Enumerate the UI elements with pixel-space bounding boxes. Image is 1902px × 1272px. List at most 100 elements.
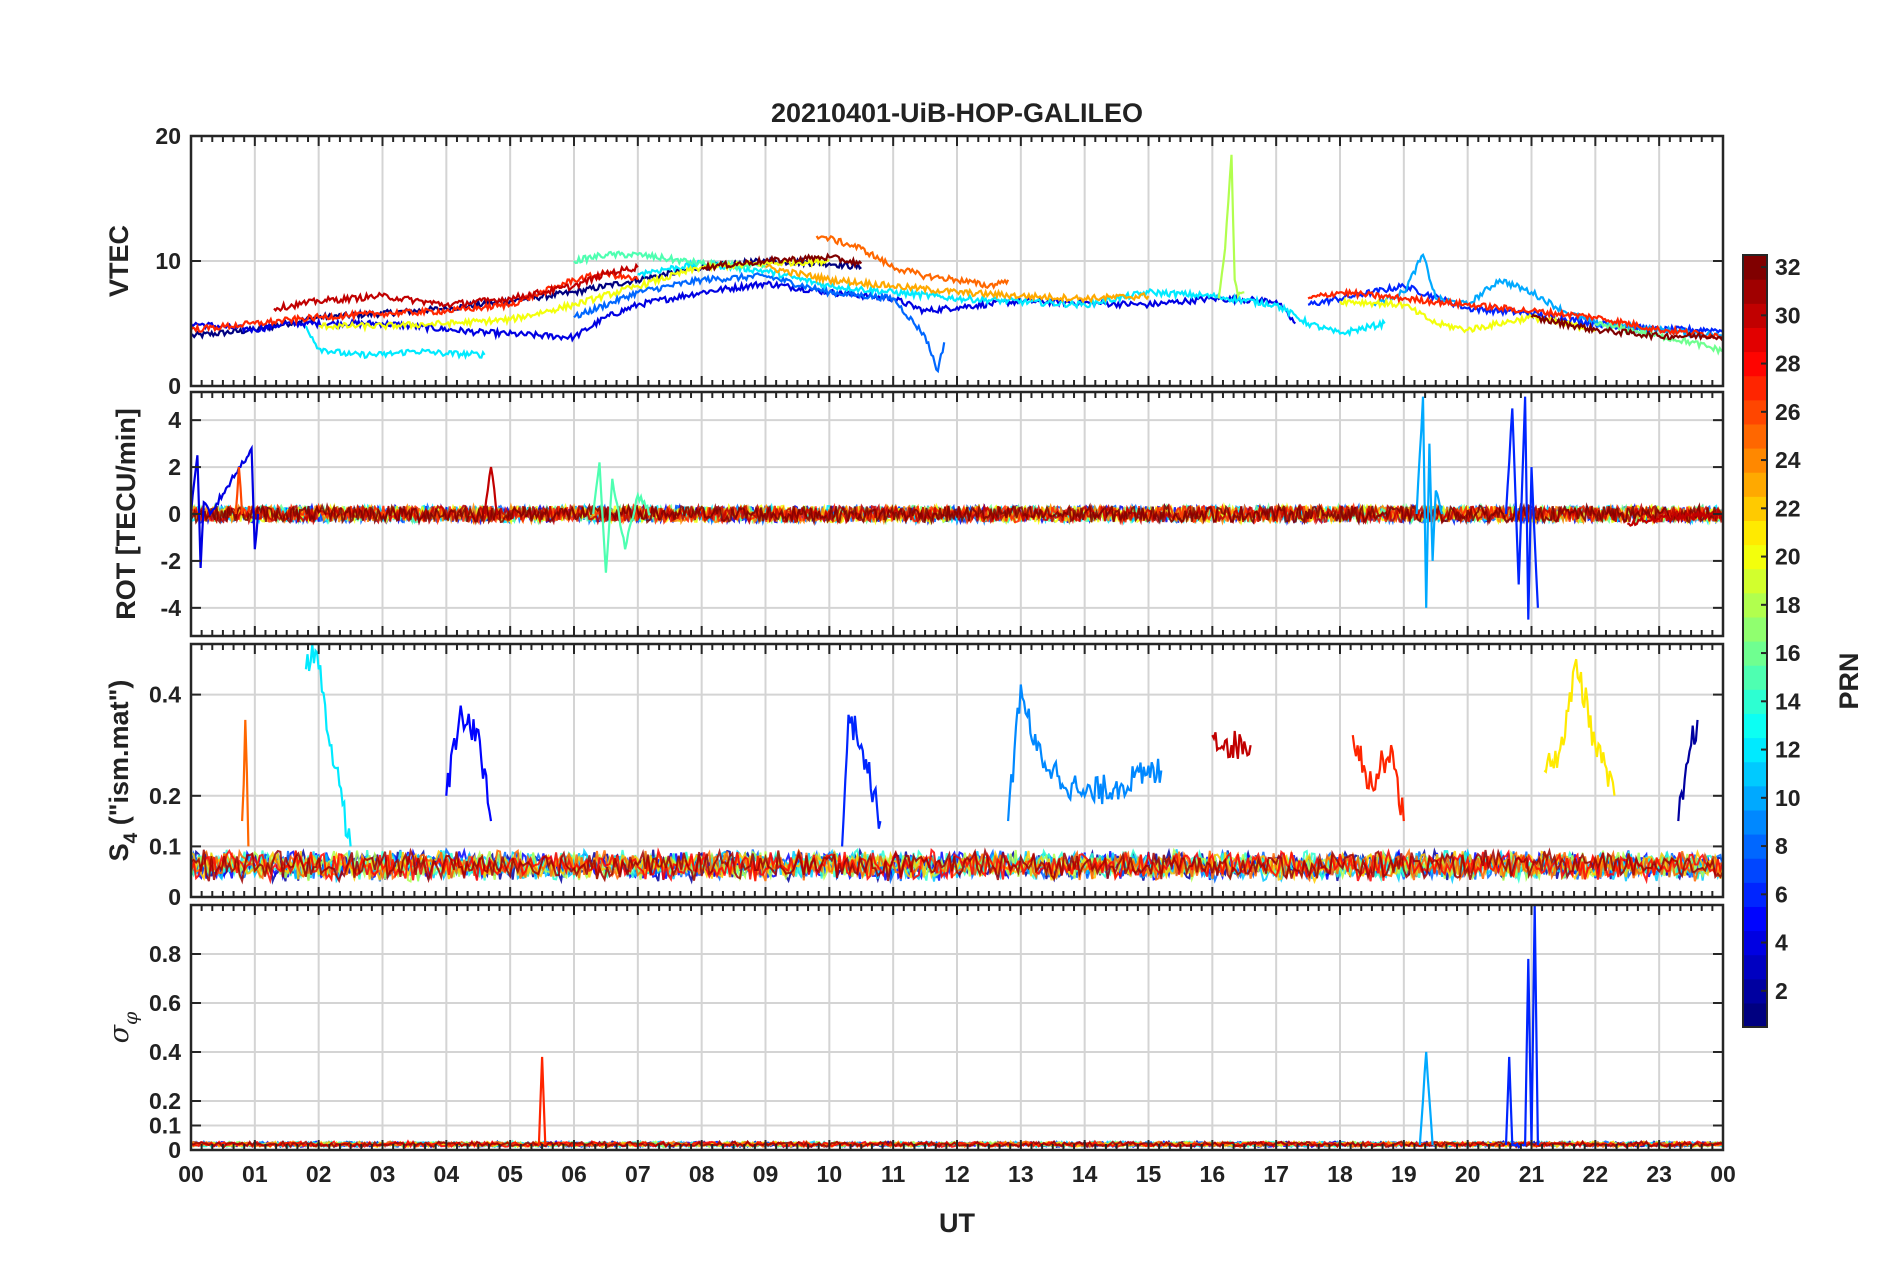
panel-rot: -4 -2 0 2 4 ROT [TECU/min]: [111, 390, 1725, 638]
y-tick-label-sigma_phi: 0.1: [149, 1113, 181, 1139]
panel-vtec: 0 10 20 VTEC: [104, 123, 1725, 399]
y-axis-label-sigma_phi: σφ: [104, 1011, 142, 1043]
colorbar-tick-label: 30: [1775, 302, 1801, 328]
x-tick-label: 06: [561, 1161, 587, 1187]
x-tick-label: 23: [1646, 1161, 1672, 1187]
y-axis-label-rot: ROT [TECU/min]: [111, 408, 141, 619]
colorbar-tick-label: 8: [1775, 833, 1788, 859]
colorbar-swatch: [1743, 472, 1767, 497]
colorbar-tick-label: 14: [1775, 688, 1801, 714]
x-tick-label: 16: [1200, 1161, 1226, 1187]
y-tick-label-rot: 2: [168, 454, 181, 480]
series-sigma_phi-prn6-2: [1504, 905, 1539, 1149]
y-tick-label-rot: -4: [161, 595, 182, 621]
series-s4-prn2-8: [1677, 719, 1699, 822]
x-tick-label: 20: [1455, 1161, 1481, 1187]
colorbar-tick-label: 12: [1775, 737, 1801, 763]
y-tick-label-sigma_phi: 0.8: [149, 941, 181, 967]
x-tick-label: 22: [1583, 1161, 1609, 1187]
series-vtec-prn18-9: [1217, 154, 1245, 300]
y-tick-label-s4: 0.2: [149, 783, 181, 809]
y-tick-label-vtec: 20: [155, 123, 181, 149]
x-tick-label: 07: [625, 1161, 651, 1187]
colorbar-tick-label: 10: [1775, 785, 1801, 811]
x-tick-label: 10: [817, 1161, 843, 1187]
colorbar-swatch: [1743, 520, 1767, 546]
x-tick-label: 01: [242, 1161, 268, 1187]
colorbar-tick-label: 22: [1775, 495, 1801, 521]
y-tick-label-rot: 0: [168, 501, 181, 527]
y-tick-label-s4: 0: [168, 884, 181, 910]
x-tick-label: 00: [1710, 1161, 1736, 1187]
x-tick-label: 00: [178, 1161, 204, 1187]
series-rot-prn10-2: [1415, 396, 1444, 608]
x-tick-label: 17: [1263, 1161, 1289, 1187]
y-tick-label-s4: 0.4: [149, 682, 181, 708]
y-axis-label-vtec: VTEC: [104, 225, 134, 297]
series-s4-prn25-1: [241, 719, 250, 847]
y-tick-label-rot: 4: [168, 407, 181, 433]
colorbar-tick-label: 20: [1775, 544, 1801, 570]
y-tick-label-s4: 0.1: [149, 833, 181, 859]
colorbar-swatch: [1743, 809, 1767, 835]
panel-s4: 0 0.1 0.2 0.4 S4 ("ism.mat"): [104, 642, 1725, 910]
colorbar-swatch: [1743, 616, 1767, 642]
y-tick-label-sigma_phi: 0.4: [149, 1039, 181, 1065]
colorbar-tick-label: 26: [1775, 399, 1801, 425]
colorbar-swatch: [1743, 279, 1767, 304]
x-tick-label: 09: [753, 1161, 779, 1187]
series-s4-prn12-0: [304, 644, 352, 847]
colorbar-tick-label: 32: [1775, 254, 1801, 280]
y-tick-label-sigma_phi: 0.2: [149, 1088, 181, 1114]
x-axis-label: UT: [939, 1208, 975, 1238]
colorbar-swatch: [1743, 375, 1767, 401]
colorbar-label: PRN: [1834, 652, 1864, 709]
colorbar-swatch: [1743, 665, 1767, 690]
colorbar-tick-label: 24: [1775, 447, 1801, 473]
x-tick-label: 12: [944, 1161, 970, 1187]
colorbar-swatch: [1743, 858, 1767, 883]
x-tick-label: 05: [497, 1161, 523, 1187]
y-tick-label-vtec: 10: [155, 248, 181, 274]
colorbar-swatch: [1743, 761, 1767, 787]
grid-sigma_phi: [190, 905, 1724, 1151]
y-axis-label-s4: S4 ("ism.mat"): [104, 680, 142, 862]
colorbar-swatch: [1743, 906, 1767, 932]
series-s4-prn5-2: [445, 705, 493, 822]
colorbar-swatch: [1743, 954, 1767, 980]
y-tick-label-rot: -2: [161, 548, 181, 574]
x-tick-label: 08: [689, 1161, 715, 1187]
y-tick-label-sigma_phi: 0.6: [149, 990, 181, 1016]
colorbar-swatch: [1743, 423, 1767, 449]
series-vtec-prn6-2: [1307, 282, 1723, 336]
series-s4-prn6-3: [841, 714, 882, 847]
grid-vtec: [190, 135, 1724, 387]
x-tick-label: 21: [1519, 1161, 1545, 1187]
colorbar-swatch: [1743, 713, 1767, 739]
x-tick-label: 15: [1136, 1161, 1162, 1187]
x-tick-label: 02: [306, 1161, 332, 1187]
series-s4-prn21-7: [1543, 658, 1616, 796]
x-tick-label: 19: [1391, 1161, 1417, 1187]
series-sigma_phi-prn10-1: [1418, 1051, 1434, 1146]
y-tick-label-vtec: 0: [168, 373, 181, 399]
series-vtec-prn12-6: [637, 259, 1386, 338]
colorbar-swatch: [1743, 568, 1767, 594]
colorbar-swatch: [1743, 1002, 1767, 1028]
colorbar: 2468101214161820222426283032PRN: [1742, 254, 1864, 1028]
colorbar-tick-label: 4: [1775, 930, 1788, 956]
series-vtec-prn27-15: [1307, 287, 1723, 340]
x-tick-label: 14: [1072, 1161, 1098, 1187]
colorbar-swatch: [1743, 327, 1767, 353]
colorbar-tick-label: 2: [1775, 978, 1788, 1004]
x-tick-label: 18: [1327, 1161, 1353, 1187]
series-vtec-prn4-1: [191, 280, 1297, 343]
y-tick-label-sigma_phi: 0: [168, 1137, 181, 1163]
x-tick-label: 03: [370, 1161, 396, 1187]
x-axis: 00 01 02 03 04 05 06 07 08 09 10 11 12 13 14 15 16 17 18 19…: [178, 1161, 1736, 1187]
chart-title: 20210401-UiB-HOP-GALILEO: [771, 98, 1143, 128]
colorbar-tick-label: 6: [1775, 881, 1788, 907]
colorbar-tick-label: 18: [1775, 592, 1801, 618]
x-tick-label: 04: [434, 1161, 460, 1187]
series-s4-prn27-6: [1351, 734, 1405, 822]
